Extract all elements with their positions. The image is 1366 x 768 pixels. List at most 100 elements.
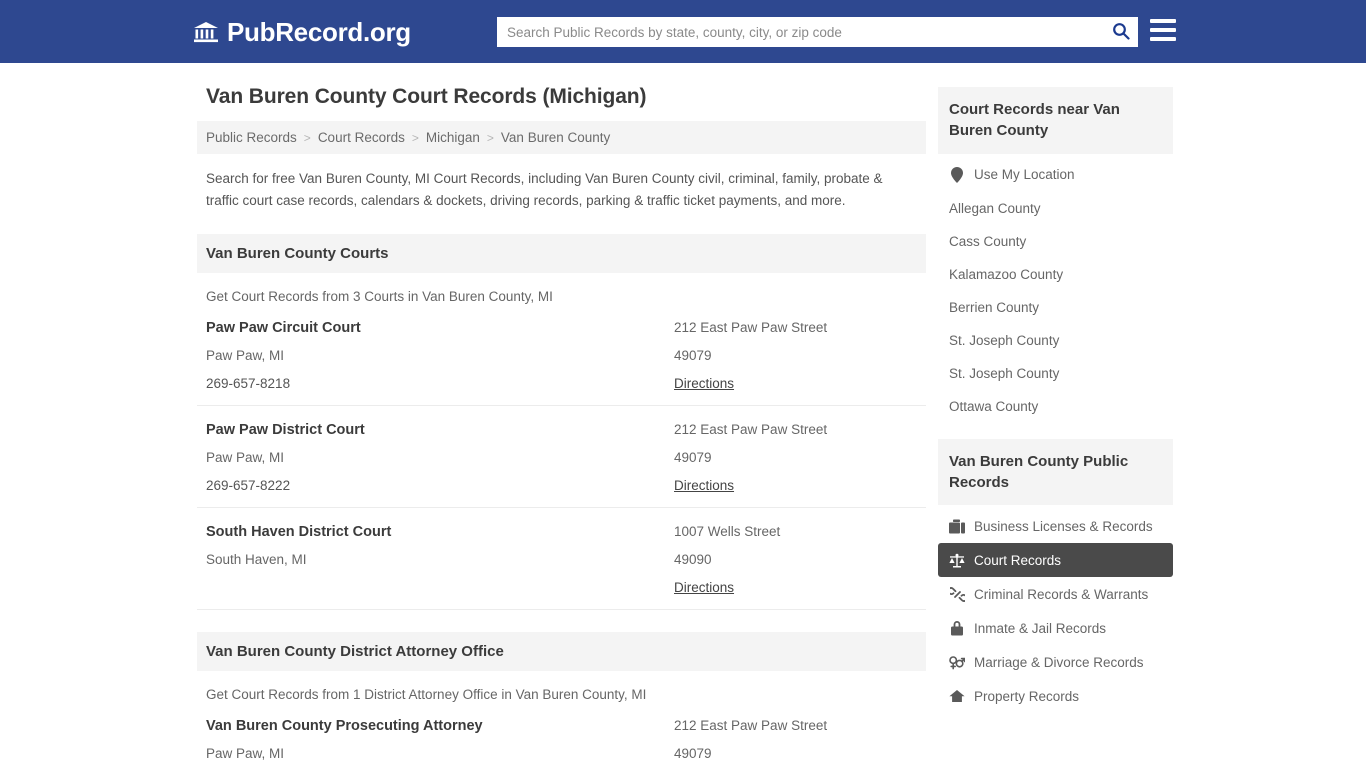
public-records-label: Inmate & Jail Records [974,620,1107,636]
public-records-item[interactable]: Court Records [938,543,1173,578]
entry-city-state: South Haven, MI [206,551,307,567]
entry-right-column: 1007 Wells Street 49090 Directions [674,524,917,595]
search-input[interactable] [497,18,1104,46]
entry-left-column: Paw Paw Circuit Court Paw Paw, MI 269-657-… [206,320,674,391]
entry-city-state: Paw Paw, MI [206,347,285,363]
section-heading: Van Buren County Courts [197,233,926,273]
entry-directions-wrap: Directions [674,580,917,595]
entry-name[interactable]: Paw Paw Circuit Court [206,320,674,336]
entry-right-column: 212 East Paw Paw Street 49079 Directions [674,320,917,391]
breadcrumb-separator: > [411,130,419,145]
breadcrumb-item[interactable]: Public Records [206,130,297,145]
entry-city-state: Paw Paw, MI [206,745,285,761]
breadcrumb-separator: > [486,130,494,145]
entry-phone [206,580,674,594]
public-records-label: Criminal Records & Warrants [974,586,1149,602]
entry-street: 212 East Paw Paw Street [674,717,828,733]
gender-symbols-icon [949,654,965,670]
nearby-panel-title: Court Records near Van Buren County [938,87,1173,154]
nearby-county-item[interactable]: Cass County [938,225,1173,258]
hamburger-bar [1150,19,1176,23]
entry-phone[interactable]: 269-657-8222 [206,478,674,493]
directions-link[interactable]: Directions [674,376,734,391]
entry-left-column: Van Buren County Prosecuting Attorney Paw… [206,718,674,768]
section-subheading: Get Court Records from 3 Courts in Van B… [206,288,553,304]
main-content: Van Buren County Court Records (Michigan… [197,85,926,768]
breadcrumb-item: Van Buren County [500,130,611,145]
entry-name[interactable]: Paw Paw District Court [206,422,674,438]
entry-zip: 49079 [674,745,712,761]
public-records-label: Court Records [974,552,1062,568]
breadcrumb-item[interactable]: Court Records [318,130,405,145]
public-records-label: Marriage & Divorce Records [974,654,1144,670]
entry-directions-wrap: Directions [674,376,917,391]
nearby-county-label: St. Joseph County [949,365,1060,381]
nearby-county-item[interactable]: Use My Location [938,158,1173,192]
directions-link[interactable]: Directions [674,580,734,595]
nearby-county-item[interactable]: St. Joseph County [938,324,1173,357]
entry-street: 1007 Wells Street [674,523,781,539]
nearby-county-label: Berrien County [949,299,1040,315]
page-body: Van Buren County Court Records (Michigan… [0,63,1366,768]
page-title: Van Buren County Court Records (Michigan… [206,85,647,108]
search-bar[interactable] [497,17,1138,47]
site-header: PubRecord.org [0,0,1366,63]
entry-street: 212 East Paw Paw Street [674,319,828,335]
public-records-item[interactable]: Inmate & Jail Records [938,611,1173,645]
public-records-label: Business Licenses & Records [974,518,1153,534]
court-entry-row: South Haven District Court South Haven, M… [197,508,926,610]
nearby-county-item[interactable]: Ottawa County [938,390,1173,423]
brand-name: PubRecord.org [227,16,411,47]
entry-left-column: South Haven District Court South Haven, M… [206,524,674,595]
entry-zip: 49079 [674,347,712,363]
panel-spacer [938,423,1173,439]
nearby-county-item[interactable]: Berrien County [938,291,1173,324]
section-subheading: Get Court Records from 1 District Attorn… [206,686,647,702]
nearby-county-label: Kalamazoo County [949,266,1064,282]
directions-link[interactable]: Directions [674,478,734,493]
sidebar: Court Records near Van Buren County Use … [938,85,1173,713]
bank-icon [193,19,219,45]
nearby-county-item[interactable]: Kalamazoo County [938,258,1173,291]
court-entry-row: Van Buren County Prosecuting Attorney Paw… [197,702,926,768]
entry-directions-wrap: Directions [674,478,917,493]
breadcrumb-separator: > [303,130,311,145]
entry-name[interactable]: Van Buren County Prosecuting Attorney [206,718,674,734]
public-records-panel-title: Van Buren County Public Records [938,438,1173,506]
nearby-county-label: Ottawa County [949,398,1039,414]
nearby-county-item[interactable]: Allegan County [938,192,1173,225]
entry-phone[interactable]: 269-657-8218 [206,376,674,391]
scales-of-justice-icon [949,552,965,568]
house-icon [949,688,965,704]
public-records-item[interactable]: Property Records [938,679,1173,713]
public-records-item[interactable]: Marriage & Divorce Records [938,645,1173,679]
hamburger-bar [1150,37,1176,41]
nearby-county-label: Use My Location [974,167,1075,183]
page-intro: Search for free Van Buren County, MI Cou… [206,171,883,208]
public-records-label: Property Records [974,688,1080,704]
court-entry-row: Paw Paw District Court Paw Paw, MI 269-657… [197,406,926,508]
entry-right-column: 212 East Paw Paw Street49079Directions [674,422,917,493]
public-records-list: Business Licenses & Records Court Records… [938,505,1173,713]
entry-left-column: Paw Paw District Court Paw Paw, MI 269-657… [206,422,674,493]
site-logo[interactable]: PubRecord.org [193,19,411,45]
entry-right-column: 212 East Paw Paw Street49079Directions [674,718,917,768]
nearby-county-item[interactable]: St. Joseph County [938,357,1173,390]
nearby-county-list: Use My Location Allegan County Cass County… [938,154,1173,423]
public-records-item[interactable]: Criminal Records & Warrants [938,577,1173,611]
search-icon [1112,22,1130,43]
entry-street: 212 East Paw Paw Street [674,421,828,437]
sections-container: Van Buren County Courts Get Court Records… [197,233,926,768]
hamburger-menu-icon[interactable] [1150,19,1176,41]
nearby-county-label: Cass County [949,233,1027,249]
breadcrumb-item[interactable]: Michigan [426,130,480,145]
nearby-county-label: St. Joseph County [949,332,1060,348]
handcuffs-icon [949,586,965,602]
hamburger-bar [1150,28,1176,32]
section-heading: Van Buren County District Attorney Offic… [197,631,926,671]
search-button[interactable] [1104,17,1138,47]
public-records-item[interactable]: Business Licenses & Records [938,509,1173,543]
breadcrumb: Public Records > Court Records > Michigan > Va… [197,121,926,154]
briefcase-icon [949,518,965,534]
entry-name[interactable]: South Haven District Court [206,524,674,540]
